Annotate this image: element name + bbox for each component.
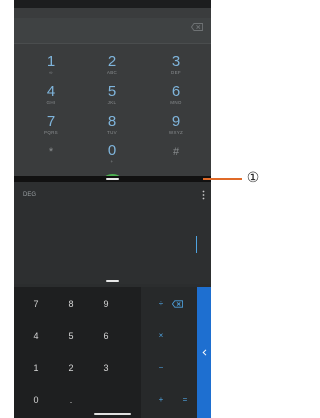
dial-key-digit: 1 — [46, 53, 56, 70]
dial-key-symbol: * — [48, 146, 54, 158]
calc-key-0[interactable]: 0 — [21, 395, 51, 405]
calc-minus-button[interactable]: − — [148, 363, 174, 373]
dial-key-4[interactable]: 4 GHI — [31, 84, 71, 106]
chevron-left-icon — [201, 349, 206, 356]
display-drag-handle[interactable] — [106, 280, 119, 282]
backspace-icon[interactable] — [191, 23, 203, 31]
more-options-icon[interactable] — [202, 190, 205, 200]
dial-key-7[interactable]: 7 PQRS — [31, 114, 71, 136]
dial-key-letters: TUV — [107, 130, 117, 135]
dialed-number-field[interactable] — [14, 18, 211, 44]
callout-line — [203, 178, 242, 180]
dial-key-letters: MNO — [170, 100, 182, 105]
voicemail-icon: ∞ — [49, 70, 53, 75]
calc-key-decimal[interactable]: . — [56, 395, 86, 405]
dial-key-digit: 9 — [171, 113, 181, 130]
dial-key-star[interactable]: * — [31, 145, 71, 160]
input-cursor — [196, 236, 197, 253]
dial-key-letters: DEF — [171, 70, 181, 75]
dial-key-letters: ABC — [106, 70, 118, 75]
dial-key-letters: WXYZ — [168, 130, 184, 135]
calc-key-5[interactable]: 5 — [56, 331, 86, 341]
dial-key-digit: 8 — [107, 113, 117, 130]
calc-key-2[interactable]: 2 — [56, 363, 86, 373]
calc-divide-button[interactable]: ÷ — [148, 299, 174, 309]
dial-key-letters: + — [110, 159, 114, 164]
dial-key-digit: 7 — [46, 113, 56, 130]
dial-key-3[interactable]: 3 DEF — [156, 54, 196, 76]
dial-key-6[interactable]: 6 MNO — [156, 84, 196, 106]
dial-key-0[interactable]: 0 + — [92, 143, 132, 165]
calc-plus-button[interactable]: + — [148, 395, 174, 405]
dial-key-digit: 3 — [171, 53, 181, 70]
dial-key-letters: PQRS — [44, 130, 58, 135]
dial-key-8[interactable]: 8 TUV — [92, 114, 132, 136]
dial-key-digit: 6 — [171, 83, 181, 100]
dial-key-9[interactable]: 9 WXYZ — [156, 114, 196, 136]
backspace-icon[interactable] — [172, 300, 183, 308]
dial-key-digit: 5 — [107, 83, 117, 100]
divider-handle[interactable] — [106, 178, 119, 180]
calc-key-8[interactable]: 8 — [56, 299, 86, 309]
split-screen-phone: 1 ∞ 2 ABC 3 DEF 4 GHI 5 JKL 6 MNO 7 PQRS… — [14, 0, 211, 418]
calc-key-7[interactable]: 7 — [21, 299, 51, 309]
dial-key-2[interactable]: 2 ABC — [92, 54, 132, 76]
dial-key-digit: 4 — [46, 83, 56, 100]
advanced-panel-tab[interactable] — [197, 287, 211, 418]
dial-key-5[interactable]: 5 JKL — [92, 84, 132, 106]
dial-key-digit: 2 — [107, 53, 117, 70]
dial-key-letters: GHI — [46, 100, 56, 105]
calc-key-1[interactable]: 1 — [21, 363, 51, 373]
calc-key-3[interactable]: 3 — [91, 363, 121, 373]
calc-key-6[interactable]: 6 — [91, 331, 121, 341]
callout-number: ① — [246, 170, 260, 186]
dial-key-hash[interactable]: # — [156, 145, 196, 160]
calc-equals-button[interactable]: = — [172, 395, 198, 405]
angle-mode-label[interactable]: DEG — [23, 192, 36, 198]
dial-key-symbol: # — [172, 146, 180, 158]
calc-multiply-button[interactable]: × — [148, 331, 174, 341]
calculator-display — [14, 182, 211, 284]
dial-key-digit: 0 — [107, 142, 117, 159]
dial-key-1[interactable]: 1 ∞ — [31, 54, 71, 76]
calc-key-4[interactable]: 4 — [21, 331, 51, 341]
status-bar — [14, 0, 211, 8]
home-indicator[interactable] — [94, 413, 131, 415]
dial-key-letters: JKL — [107, 100, 117, 105]
calc-key-9[interactable]: 9 — [91, 299, 121, 309]
